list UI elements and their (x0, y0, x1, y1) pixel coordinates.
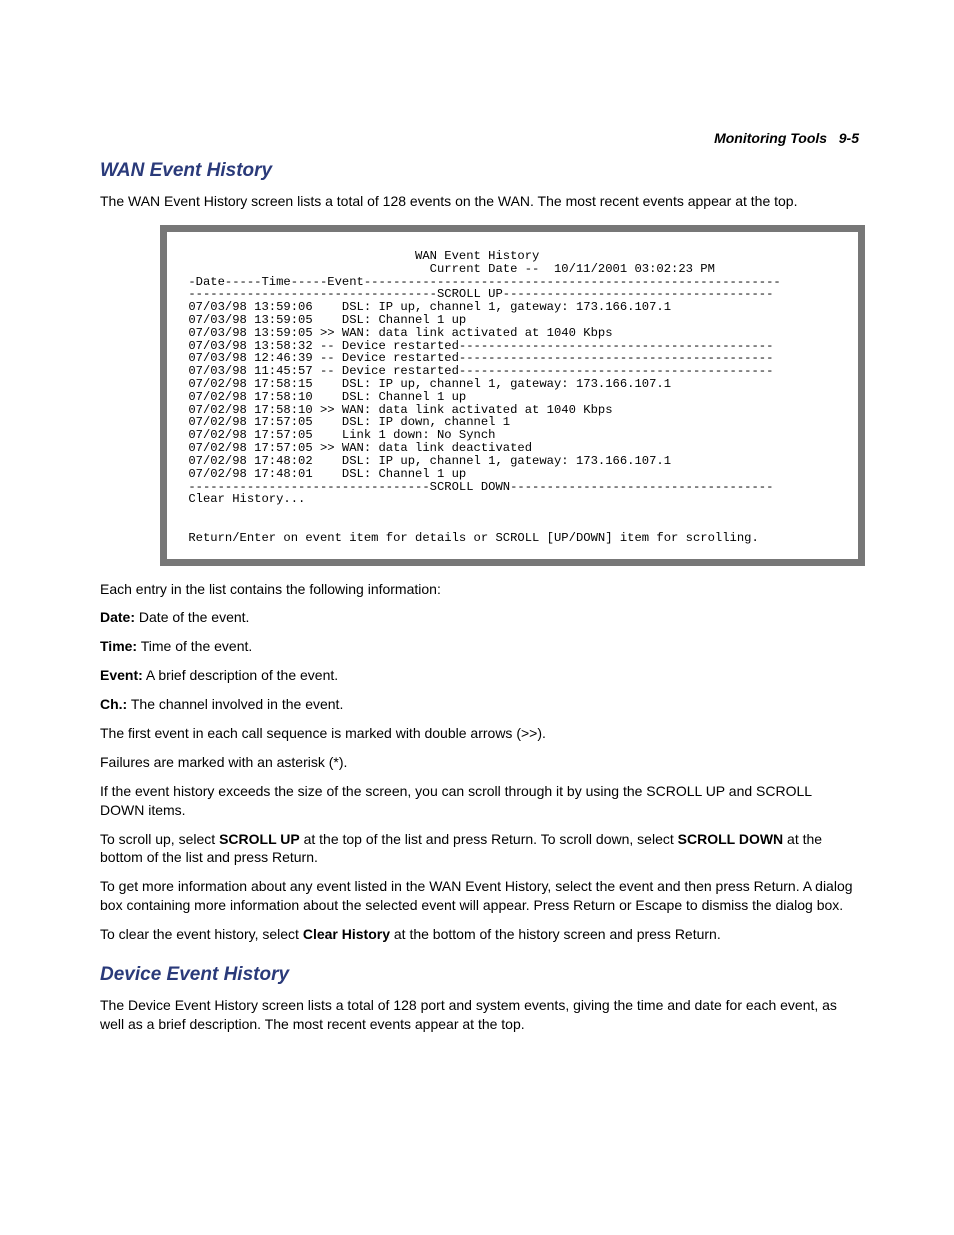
def-ch-text: The channel involved in the event. (127, 696, 343, 712)
def-time-label: Time: (100, 638, 137, 654)
def-date-text: Date of the event. (135, 609, 249, 625)
scroll-instructions: To scroll up, select SCROLL UP at the to… (100, 830, 859, 868)
page-header: Monitoring Tools 9-5 (100, 130, 859, 146)
def-time: Time: Time of the event. (100, 637, 859, 656)
wan-intro: The WAN Event History screen lists a tot… (100, 192, 859, 211)
wan-terminal-box: WAN Event History Current Date -- 10/11/… (160, 225, 865, 566)
section-name: Monitoring Tools (714, 130, 827, 146)
wan-event-history-heading: WAN Event History (100, 160, 859, 182)
clear-instructions: To clear the event history, select Clear… (100, 925, 859, 944)
def-event-text: A brief description of the event. (143, 667, 338, 683)
def-date: Date: Date of the event. (100, 608, 859, 627)
def-ch: Ch.: The channel involved in the event. (100, 695, 859, 714)
def-time-text: Time of the event. (137, 638, 252, 654)
device-intro: The Device Event History screen lists a … (100, 996, 859, 1034)
def-event: Event: A brief description of the event. (100, 666, 859, 685)
page-number: 9-5 (839, 130, 859, 146)
def-event-label: Event: (100, 667, 143, 683)
first-event-note: The first event in each call sequence is… (100, 724, 859, 743)
device-event-history-heading: Device Event History (100, 964, 859, 986)
more-info-note: To get more information about any event … (100, 877, 859, 915)
def-date-label: Date: (100, 609, 135, 625)
def-ch-label: Ch.: (100, 696, 127, 712)
failure-note: Failures are marked with an asterisk (*)… (100, 753, 859, 772)
scroll-note: If the event history exceeds the size of… (100, 782, 859, 820)
entry-intro: Each entry in the list contains the foll… (100, 580, 859, 599)
wan-terminal-content: WAN Event History Current Date -- 10/11/… (181, 250, 844, 545)
